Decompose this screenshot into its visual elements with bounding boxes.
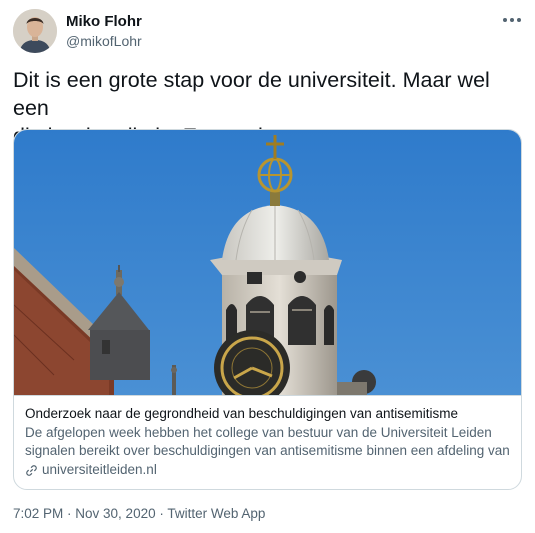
tweet-time[interactable]: 7:02 PM [13,506,63,521]
card-description-line: signalen bereikt over beschuldigingen va… [25,443,510,458]
meta-separator: · [63,506,76,521]
card-domain-text[interactable]: universiteitleiden.nl [42,461,157,479]
card-title[interactable]: Onderzoek naar de gegrondheid van beschu… [25,405,510,423]
meta-separator: · [155,506,168,521]
tweet-meta: 7:02 PM · Nov 30, 2020 · Twitter Web App [13,506,265,521]
more-options-icon[interactable] [499,10,525,30]
card-image[interactable] [14,130,521,395]
card-domain[interactable]: universiteitleiden.nl [25,461,510,479]
link-icon [26,464,37,476]
tweet-source[interactable]: Twitter Web App [167,506,265,521]
card-description-line: De afgelopen week hebben het college van… [25,425,492,440]
card-body[interactable]: Onderzoek naar de gegrondheid van beschu… [14,395,521,489]
avatar-photo [13,9,57,53]
tweet: Miko Flohr @mikofLohr Dit is een grote s… [0,0,535,533]
tower-photo [14,130,521,395]
tweet-text-line: Dit is een grote stap voor de universite… [13,68,490,120]
link-card[interactable]: Onderzoek naar de gegrondheid van beschu… [13,129,522,490]
card-description: De afgelopen week hebben het college van… [25,424,510,460]
avatar[interactable] [13,9,57,53]
author-name[interactable]: Miko Flohr [66,13,142,30]
author-handle[interactable]: @mikofLohr [66,33,142,49]
tweet-date[interactable]: Nov 30, 2020 [75,506,155,521]
